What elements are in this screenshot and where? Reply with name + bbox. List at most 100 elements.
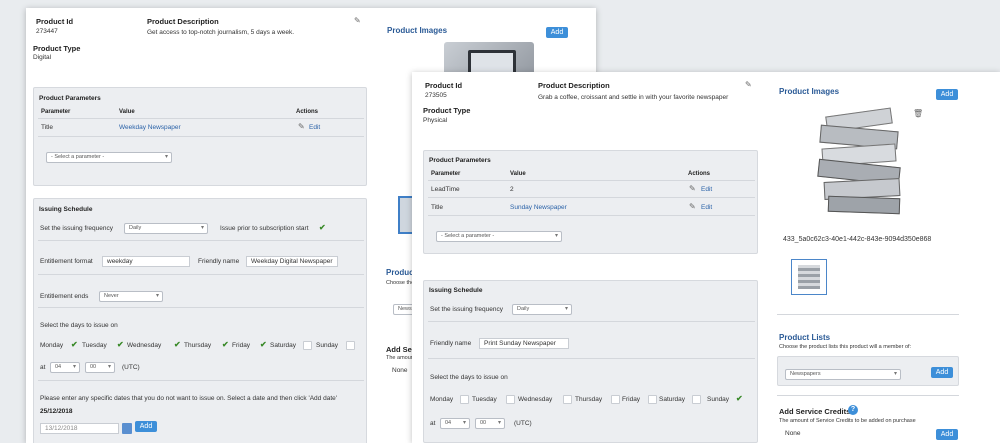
- col-parameter: Parameter: [431, 171, 461, 177]
- minute-select[interactable]: 00: [85, 362, 115, 373]
- friendly-name-label: Friendly name: [430, 340, 472, 347]
- issue-prior-label: Issue prior to subscription start: [220, 225, 309, 232]
- frequency-select[interactable]: Daily: [512, 304, 572, 315]
- day-checkbox-friday[interactable]: [648, 395, 657, 404]
- product-id-label: Product Id: [36, 17, 74, 26]
- day-checkbox-monday[interactable]: ✔: [71, 341, 78, 349]
- param-row-name: LeadTime: [431, 186, 460, 193]
- pencil-icon: ✎: [689, 202, 696, 211]
- frequency-label: Set the issuing frequency: [40, 225, 113, 232]
- product-id-value: 273447: [36, 28, 58, 35]
- param-row-name: Title: [41, 124, 54, 131]
- col-actions: Actions: [296, 109, 319, 115]
- add-image-button[interactable]: Add: [546, 27, 568, 38]
- service-credits-value: None: [785, 430, 801, 437]
- product-description-value: Get access to top-notch journalism, 5 da…: [147, 29, 295, 36]
- product-lists-panel: Newspapers Add: [777, 356, 959, 386]
- day-checkbox-tuesday[interactable]: [506, 395, 515, 404]
- day-label-sunday: Sunday: [316, 342, 339, 349]
- pencil-icon[interactable]: ✎: [745, 81, 752, 89]
- product-lists-select[interactable]: Newspapers: [785, 369, 901, 380]
- select-parameter-dropdown[interactable]: - Select a parameter -: [46, 152, 172, 163]
- day-label-saturday: Saturday: [659, 396, 686, 403]
- day-label-tuesday: Tuesday: [82, 342, 107, 349]
- product-description-label: Product Description: [147, 17, 219, 26]
- product-id-value: 273505: [425, 92, 447, 99]
- col-actions: Actions: [688, 171, 711, 177]
- friendly-name-label: Friendly name: [198, 258, 240, 265]
- product-image-newspaper-stack: [812, 106, 912, 218]
- at-label: at: [430, 420, 436, 427]
- select-days-label: Select the days to issue on: [40, 322, 118, 329]
- product-window-physical: Product Id 273505 Product Type Physical …: [412, 72, 1000, 443]
- add-list-button[interactable]: Add: [931, 367, 953, 378]
- param-edit-link[interactable]: Edit: [701, 204, 712, 211]
- pencil-icon[interactable]: ✎: [354, 17, 361, 25]
- param-row-name: Title: [431, 204, 444, 211]
- param-edit-link[interactable]: Edit: [701, 186, 712, 193]
- product-type-label: Product Type: [423, 106, 471, 115]
- entitlement-format-input[interactable]: weekday: [102, 256, 190, 267]
- select-parameter-dropdown[interactable]: - Select a parameter -: [436, 231, 562, 242]
- service-credits-desc: The amount of Service Credits to be adde…: [779, 418, 916, 424]
- day-label-sunday: Sunday: [707, 396, 730, 403]
- add-credits-button[interactable]: Add: [936, 429, 958, 440]
- day-checkbox-wednesday[interactable]: [563, 395, 572, 404]
- product-type-label: Product Type: [33, 44, 81, 53]
- help-icon[interactable]: ?: [848, 405, 858, 415]
- day-checkbox-monday[interactable]: [460, 395, 469, 404]
- day-checkbox-sunday[interactable]: [346, 341, 355, 350]
- day-label-saturday: Saturday: [270, 342, 297, 349]
- entitlement-format-label: Entitlement format: [40, 258, 93, 265]
- at-label: at: [40, 364, 46, 371]
- param-edit-link[interactable]: Edit: [309, 124, 320, 131]
- day-checkbox-thursday[interactable]: [611, 395, 620, 404]
- day-label-wednesday: Wednesday: [518, 396, 553, 403]
- issue-prior-check-icon[interactable]: ✔: [319, 224, 326, 232]
- friendly-name-input[interactable]: Print Sunday Newspaper: [479, 338, 569, 349]
- issuing-schedule-panel: Issuing Schedule Set the issuing frequen…: [423, 280, 758, 443]
- product-lists-title: Product Lists: [779, 333, 831, 342]
- frequency-select[interactable]: Daily: [124, 223, 208, 234]
- friendly-name-input[interactable]: Weekday Digital Newspaper: [246, 256, 338, 267]
- col-value: Value: [119, 109, 135, 115]
- day-checkbox-friday[interactable]: ✔: [260, 341, 267, 349]
- day-label-tuesday: Tuesday: [472, 396, 497, 403]
- hour-select[interactable]: 04: [440, 418, 470, 429]
- param-row-value: Weekday Newspaper: [119, 124, 181, 131]
- calendar-icon[interactable]: [122, 423, 132, 434]
- image-filename: 433_5a0c62c3-40e1-442c-843e-9094d350e868: [783, 236, 932, 243]
- day-label-thursday: Thursday: [184, 342, 212, 349]
- frequency-label: Set the issuing frequency: [430, 306, 503, 313]
- day-label-monday: Monday: [430, 396, 454, 403]
- product-type-value: Physical: [423, 117, 448, 124]
- add-image-button[interactable]: Add: [936, 89, 958, 100]
- product-type-value: Digital: [33, 54, 52, 61]
- image-thumbnail[interactable]: [791, 259, 827, 295]
- minute-select[interactable]: 00: [475, 418, 505, 429]
- param-row-value: Sunday Newspaper: [510, 204, 567, 211]
- day-checkbox-wednesday[interactable]: ✔: [174, 341, 181, 349]
- day-label-thursday: Thursday: [575, 396, 603, 403]
- issuing-schedule-panel: Issuing Schedule Set the issuing frequen…: [33, 198, 367, 443]
- add-service-credits-title: Add Service Credits: [779, 407, 851, 416]
- trash-icon[interactable]: 🗑: [913, 110, 923, 118]
- product-parameters-panel: Product Parameters Parameter Value Actio…: [423, 150, 758, 254]
- add-date-button[interactable]: Add: [135, 421, 157, 432]
- day-checkbox-saturday[interactable]: [303, 341, 312, 350]
- day-checkbox-tuesday[interactable]: ✔: [117, 341, 124, 349]
- product-parameters-title: Product Parameters: [39, 95, 101, 102]
- date-input[interactable]: 13/12/2018: [40, 423, 119, 434]
- issuing-schedule-title: Issuing Schedule: [429, 287, 483, 294]
- product-images-title: Product Images: [387, 26, 448, 35]
- day-checkbox-thursday[interactable]: ✔: [222, 341, 229, 349]
- timezone-label: (UTC): [514, 420, 532, 427]
- hour-select[interactable]: 04: [50, 362, 80, 373]
- pencil-icon: ✎: [298, 122, 305, 131]
- day-checkbox-saturday[interactable]: [692, 395, 701, 404]
- product-id-label: Product Id: [425, 81, 463, 90]
- col-value: Value: [510, 171, 526, 177]
- day-checkbox-sunday[interactable]: ✔: [736, 395, 743, 403]
- product-parameters-title: Product Parameters: [429, 157, 491, 164]
- entitlement-ends-select[interactable]: Never: [99, 291, 163, 302]
